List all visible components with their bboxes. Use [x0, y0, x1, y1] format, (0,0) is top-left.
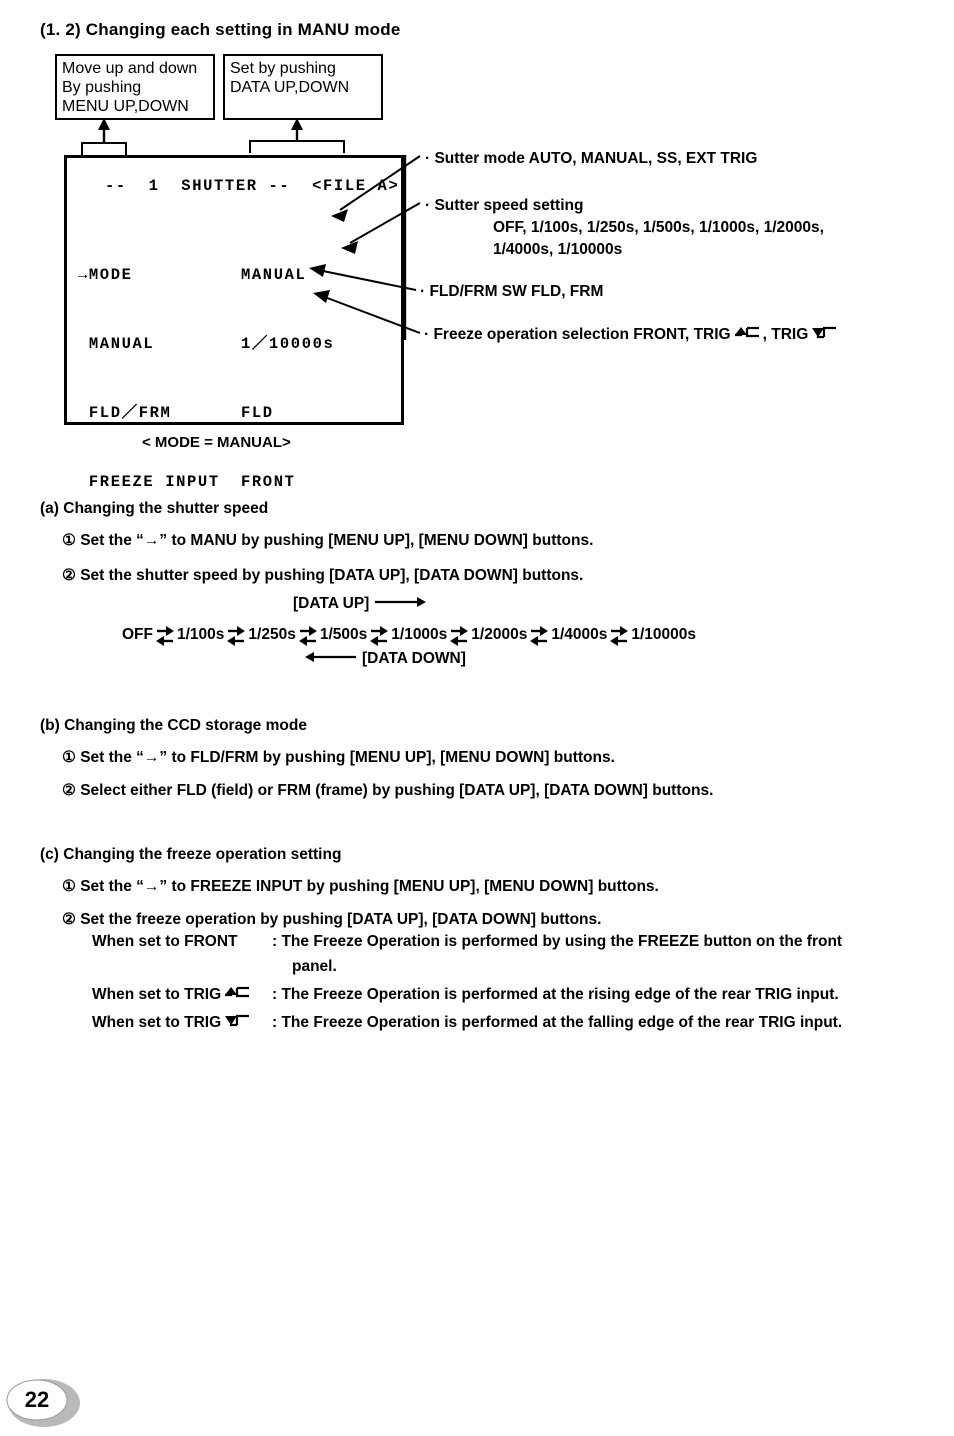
- bidirectional-arrow-icon: [610, 625, 629, 647]
- speed-step: 1/250s: [248, 626, 296, 643]
- osd-tab-left: [81, 142, 127, 155]
- speed-step: 1/500s: [319, 626, 368, 643]
- data-down-text: [DATA DOWN]: [362, 650, 466, 667]
- heading-section-c: (c) Changing the freeze operation settin…: [40, 846, 342, 863]
- speed-step: 1/100s: [177, 626, 225, 643]
- osd-title: -- 1 SHUTTER -- <FILE A>: [105, 177, 400, 195]
- section-a-step-1: ① Set the “→” to MANU by pushing [MENU U…: [62, 532, 594, 549]
- page-number: 22: [24, 1387, 50, 1412]
- osd-row-value: MANUAL: [241, 266, 307, 284]
- osd-row-value: FLD: [241, 404, 274, 422]
- section-c-step-1: ① Set the “→” to FREEZE INPUT by pushing…: [62, 878, 659, 895]
- osd-row-list: →MODE MANUAL FLD／FRM FREEZE INPUT: [78, 218, 220, 540]
- shutter-speed-sequence: OFF 1/100s 1/250s 1/500s 1/1000s 1/2000s…: [122, 624, 696, 646]
- osd-row: MANUAL: [78, 333, 220, 356]
- section-c-step-2: ② Set the freeze operation by pushing [D…: [62, 911, 602, 928]
- bidirectional-arrow-icon: [156, 625, 174, 647]
- rising-edge-icon: [224, 985, 250, 1006]
- annotation-fld-frm-sw: · FLD/FRM SW FLD, FRM: [420, 283, 604, 300]
- annotation-shutter-mode: · Sutter mode AUTO, MANUAL, SS, EXT TRIG: [425, 150, 758, 167]
- callout-box-menu-up-down: Move up and down By pushing MENU UP,DOWN: [55, 54, 215, 120]
- annotation-freeze-operation: · Freeze operation selection FRONT, TRIG…: [424, 324, 840, 347]
- freeze-option-trig-rising-label: When set to TRIG: [92, 985, 272, 1006]
- osd-row-value: FRONT: [241, 473, 296, 491]
- freeze-option-trig-falling-label: When set to TRIG: [92, 1013, 272, 1034]
- bidirectional-arrow-icon: [370, 625, 389, 647]
- osd-row-value: 1／10000s: [241, 335, 335, 353]
- bidirectional-arrow-icon: [530, 625, 549, 647]
- freeze-option-trig-falling-text: : The Freeze Operation is performed at t…: [272, 1014, 843, 1031]
- osd-row-name: MANUAL: [88, 335, 155, 353]
- section-b-step-1: ① Set the “→” to FLD/FRM by pushing [MEN…: [62, 749, 615, 766]
- osd-row-cursor: [78, 404, 89, 422]
- freeze-option-front-text: : The Freeze Operation is performed by u…: [272, 933, 843, 950]
- speed-step: OFF: [122, 626, 153, 643]
- speed-step: 1/4000s: [551, 626, 608, 643]
- annotation-freeze-middle: , TRIG: [762, 326, 809, 343]
- freeze-option-trig-rising-text: : The Freeze Operation is performed at t…: [272, 986, 839, 1003]
- data-up-text: [DATA UP]: [293, 595, 370, 612]
- manual-page: (1. 2) Changing each setting in MANU mod…: [0, 0, 954, 1436]
- osd-row-name: FLD／FRM: [88, 404, 172, 422]
- falling-edge-icon: [811, 325, 837, 347]
- page-number-badge: 22: [6, 1376, 84, 1428]
- annotation-speed-values-line-1: OFF, 1/100s, 1/250s, 1/500s, 1/1000s, 1/…: [493, 219, 824, 236]
- annotation-shutter-speed-values: OFF, 1/100s, 1/250s, 1/500s, 1/1000s, 1/…: [493, 217, 824, 261]
- bidirectional-arrow-icon: [298, 625, 317, 647]
- freeze-option-trig-falling: When set to TRIG : The Freeze Operation …: [92, 1013, 842, 1034]
- speed-step: 1/10000s: [631, 626, 697, 643]
- osd-value-list: MANUAL 1／10000s FLD FRONT: [241, 218, 334, 540]
- osd-row: →MODE: [78, 264, 220, 287]
- freeze-option-front-label: When set to FRONT: [92, 933, 238, 950]
- annotation-speed-values-line-2: 1/4000s, 1/10000s: [493, 241, 623, 258]
- heading-section-a: (a) Changing the shutter speed: [40, 500, 269, 517]
- annotation-shutter-speed: · Sutter speed setting: [425, 197, 584, 214]
- freeze-falling-label-text: When set to TRIG: [92, 1014, 222, 1031]
- rising-edge-icon: [734, 325, 760, 347]
- osd-caption: < MODE = MANUAL>: [142, 434, 291, 451]
- speed-step: 1/2000s: [471, 626, 528, 643]
- falling-edge-icon: [224, 1013, 250, 1034]
- annotation-freeze-prefix: · Freeze operation selection FRONT, TRIG: [424, 326, 731, 343]
- section-b-step-2: ② Select either FLD (field) or FRM (fram…: [62, 782, 714, 799]
- page-title: (1. 2) Changing each setting in MANU mod…: [40, 20, 401, 39]
- osd-row-cursor: [78, 335, 89, 353]
- heading-section-b: (b) Changing the CCD storage mode: [40, 717, 307, 734]
- data-up-direction-label: [DATA UP]: [293, 595, 431, 613]
- osd-row-cursor: →: [78, 266, 89, 284]
- speed-step: 1/1000s: [391, 626, 448, 643]
- osd-tab-right: [249, 140, 345, 153]
- osd-row-name: MODE: [88, 266, 133, 284]
- section-a-step-2: ② Set the shutter speed by pushing [DATA…: [62, 567, 584, 584]
- freeze-option-trig-rising: When set to TRIG : The Freeze Operation …: [92, 985, 839, 1006]
- data-down-direction-label: [DATA DOWN]: [300, 650, 466, 668]
- arrow-left-icon: [304, 650, 358, 668]
- arrow-right-icon: [373, 595, 427, 613]
- freeze-option-front: When set to FRONT : The Freeze Operation…: [92, 933, 842, 951]
- bidirectional-arrow-icon: [227, 625, 246, 647]
- osd-row: FLD／FRM: [78, 402, 220, 425]
- osd-row-cursor: [78, 473, 89, 491]
- freeze-rising-label-text: When set to TRIG: [92, 986, 222, 1003]
- osd-row-name: FREEZE INPUT: [88, 473, 220, 491]
- osd-row: FREEZE INPUT: [78, 471, 220, 494]
- freeze-option-front-continuation: panel.: [292, 958, 337, 975]
- bidirectional-arrow-icon: [450, 625, 469, 647]
- callout-box-data-up-down: Set by pushing DATA UP,DOWN: [223, 54, 383, 120]
